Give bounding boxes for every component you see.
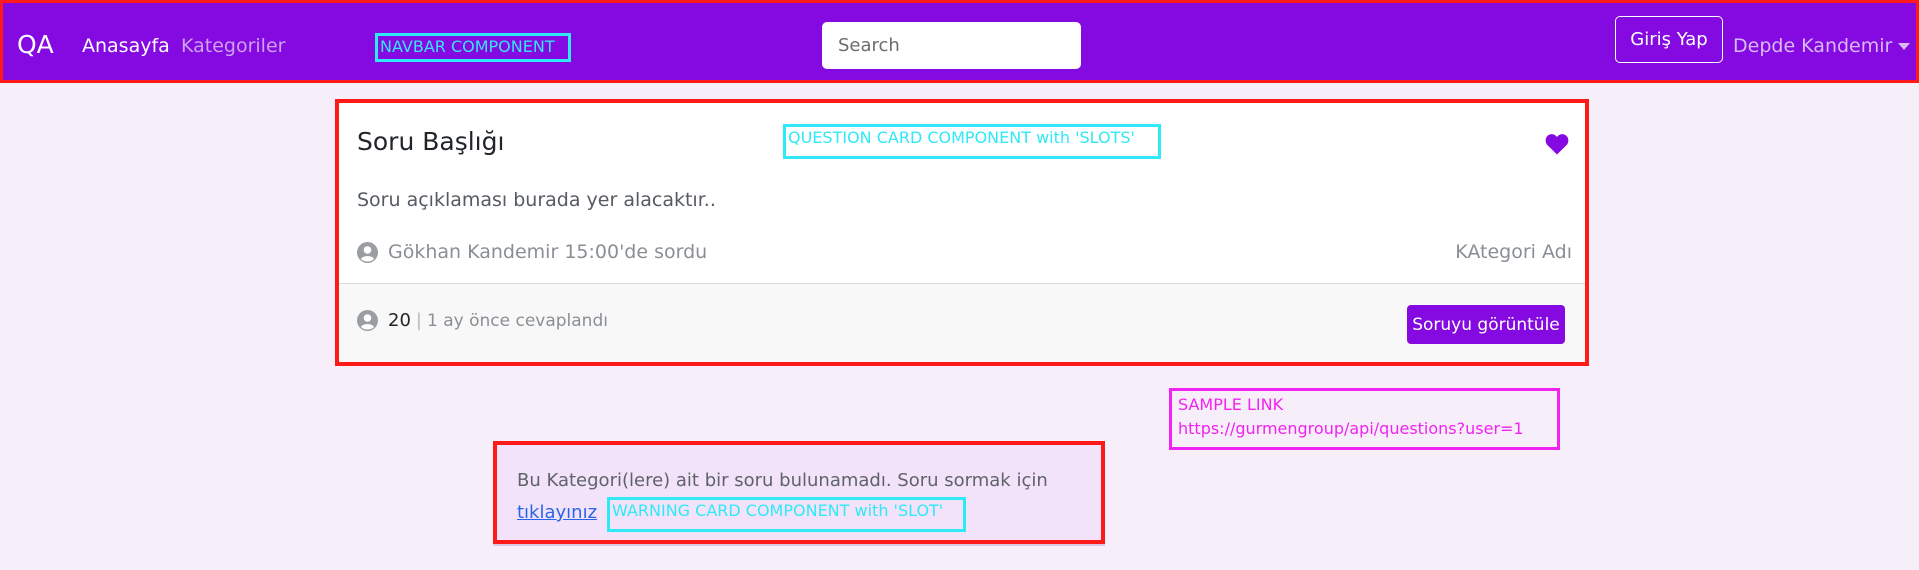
answered-time: 1 ay önce cevaplandı xyxy=(426,310,608,331)
question-card-annotation: QUESTION CARD COMPONENT with 'SLOTS' xyxy=(783,124,1161,159)
separator: | xyxy=(415,310,422,331)
sample-link-url: https://gurmengroup/api/questions?user=1 xyxy=(1178,419,1524,438)
caret-down-icon xyxy=(1898,42,1911,50)
view-question-button[interactable]: Soruyu görüntüle xyxy=(1407,305,1565,344)
sample-link-annotation: SAMPLE LINK https://gurmengroup/api/ques… xyxy=(1169,388,1560,450)
question-description: Soru açıklaması burada yer alacaktır.. xyxy=(357,189,716,211)
user-circle-icon xyxy=(357,241,378,263)
ask-question-link[interactable]: tıklayınız xyxy=(517,502,597,523)
question-card-footer: 20 | 1 ay önce cevaplandı Soruyu görüntü… xyxy=(339,283,1585,362)
answer-count: 20 xyxy=(388,310,411,331)
question-author: Gökhan Kandemir 15:00'de sordu xyxy=(388,241,708,263)
nav-link-categories[interactable]: Kategoriler xyxy=(181,35,285,57)
question-card: Soru Başlığı QUESTION CARD COMPONENT wit… xyxy=(335,99,1589,366)
navbar: QA Anasayfa Kategoriler NAVBAR COMPONENT… xyxy=(0,0,1919,83)
question-meta: Gökhan Kandemir 15:00'de sordu KAtegori … xyxy=(357,237,1572,267)
sample-link-label: SAMPLE LINK xyxy=(1178,395,1284,414)
warning-card-annotation: WARNING CARD COMPONENT with 'SLOT' xyxy=(607,497,966,532)
heart-icon[interactable] xyxy=(1545,133,1569,155)
question-title: Soru Başlığı xyxy=(357,127,505,156)
user-name: Depde Kandemir xyxy=(1733,35,1893,57)
navbar-component-annotation: NAVBAR COMPONENT xyxy=(375,33,571,62)
question-category[interactable]: KAtegori Adı xyxy=(1455,241,1572,263)
answer-stats: 20 | 1 ay önce cevaplandı xyxy=(357,310,608,331)
search-input[interactable] xyxy=(822,22,1081,69)
user-circle-icon xyxy=(357,310,378,331)
brand-logo[interactable]: QA xyxy=(17,30,54,59)
nav-link-home[interactable]: Anasayfa xyxy=(82,35,170,57)
warning-text: Bu Kategori(lere) ait bir soru bulunamad… xyxy=(517,470,1048,491)
login-button[interactable]: Giriş Yap xyxy=(1615,16,1723,63)
divider xyxy=(493,544,1105,546)
user-dropdown[interactable]: Depde Kandemir xyxy=(1733,35,1911,57)
